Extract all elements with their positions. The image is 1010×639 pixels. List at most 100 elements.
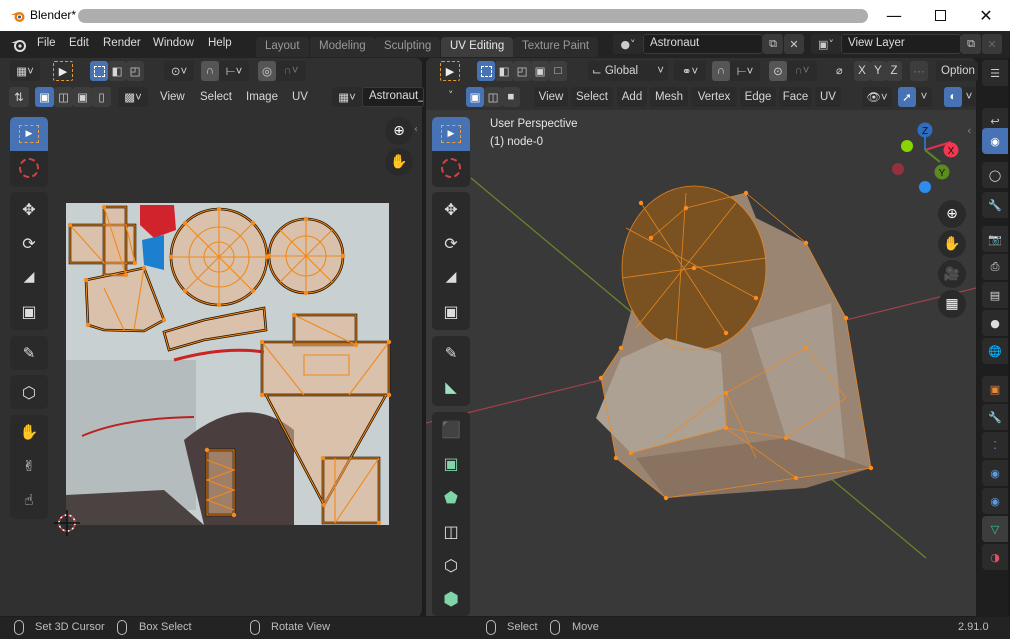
- sync-selection-toggle[interactable]: ⇅: [9, 87, 29, 107]
- vp-tool-poly-build[interactable]: ⬢: [432, 582, 470, 616]
- uv-menu-uv[interactable]: UV: [292, 87, 308, 107]
- menu-render[interactable]: Render: [103, 37, 141, 49]
- tab-modeling[interactable]: Modeling: [310, 37, 375, 57]
- vp-sidebar-toggle[interactable]: ‹: [967, 124, 971, 137]
- menu-window[interactable]: Window: [153, 37, 194, 49]
- maximize-button[interactable]: [917, 0, 963, 31]
- close-button[interactable]: ✕: [963, 0, 1009, 31]
- vp-tool-cursor[interactable]: [432, 151, 470, 185]
- tool-move[interactable]: ✥: [10, 192, 48, 226]
- image-dropdown-chevron-icon[interactable]: ˅: [448, 89, 454, 102]
- mirror-x-toggle[interactable]: X: [854, 61, 870, 81]
- tab-layout[interactable]: Layout: [256, 37, 309, 57]
- gizmo-dropdown[interactable]: ˅: [916, 87, 932, 107]
- tool-pinch[interactable]: ☝: [10, 483, 48, 517]
- vp-tool-knife[interactable]: ⬡: [432, 548, 470, 582]
- transform-orientation-dropdown[interactable]: ⌙ Global ˅: [588, 61, 668, 81]
- select-new-button[interactable]: [90, 61, 108, 81]
- vp-menu-face[interactable]: Face: [779, 87, 812, 107]
- prop-tab-scene[interactable]: ●: [982, 310, 1008, 336]
- vp-tool-move[interactable]: ✥: [432, 192, 470, 226]
- prop-tab-output[interactable]: ⎙: [982, 254, 1008, 280]
- uv-menu-view[interactable]: View: [160, 87, 185, 107]
- vp-select-extend-button[interactable]: ◧: [495, 61, 513, 81]
- pivot-point-button[interactable]: ⊙˅: [164, 61, 194, 81]
- view-layer-name-field[interactable]: View Layer: [841, 34, 961, 54]
- uv-canvas[interactable]: ⊕ ✋ ‹: [4, 110, 420, 616]
- gizmo-toggle[interactable]: ➚: [898, 87, 916, 107]
- prop-tab-view-layer[interactable]: ▤: [982, 282, 1008, 308]
- blender-menu-icon[interactable]: [10, 37, 27, 52]
- tool-transform[interactable]: ▣: [10, 294, 48, 328]
- vp-menu-uv[interactable]: UV: [815, 87, 841, 107]
- prop-tab-particles[interactable]: ⁚: [982, 432, 1008, 458]
- auto-merge-toggle[interactable]: ⋯: [910, 61, 928, 81]
- snap-toggle[interactable]: ∩: [201, 61, 219, 81]
- vp-zoom-button[interactable]: ⊕: [938, 200, 966, 228]
- sticky-selection-button[interactable]: ▩˅: [118, 87, 148, 107]
- prop-tab-object[interactable]: ▣: [982, 376, 1008, 402]
- snap-target-button[interactable]: ⊢˅: [219, 61, 249, 81]
- face-select-mode[interactable]: ■: [502, 87, 520, 107]
- new-view-layer-button[interactable]: ⧉: [961, 34, 981, 54]
- vp-camera-button[interactable]: 🎥: [938, 260, 966, 288]
- vp-tool-measure[interactable]: ◣: [432, 370, 470, 404]
- vp-menu-view[interactable]: View: [534, 87, 568, 107]
- mirror-y-toggle[interactable]: Y: [870, 61, 886, 81]
- image-browse-button[interactable]: ▦˅: [332, 87, 362, 107]
- image-name-field[interactable]: Astronaut_: [362, 87, 424, 107]
- tab-texture-paint[interactable]: Texture Paint: [513, 37, 599, 57]
- new-scene-button[interactable]: ⧉: [763, 34, 783, 54]
- vp-select-subtract-button[interactable]: ◰: [513, 61, 531, 81]
- vp-tool-extrude[interactable]: ⬛: [432, 412, 470, 446]
- prop-tab-toggles[interactable]: ◯: [982, 162, 1008, 188]
- prop-tab-active-tool[interactable]: ◉: [982, 128, 1008, 154]
- vertex-select-mode[interactable]: ▣: [466, 87, 484, 107]
- vp-tool-loop-cut[interactable]: ◫: [432, 514, 470, 548]
- prop-tab-material[interactable]: ◑: [982, 544, 1008, 570]
- scene-selector-button[interactable]: ●˅: [613, 34, 643, 54]
- vp-select-new-button[interactable]: [477, 61, 495, 81]
- zoom-view-button[interactable]: ⊕: [385, 117, 413, 145]
- vp-tool-scale[interactable]: ◢: [432, 260, 470, 294]
- menu-help[interactable]: Help: [208, 37, 232, 49]
- vp-menu-select[interactable]: Select: [571, 87, 613, 107]
- visibility-dropdown[interactable]: 👁˅: [862, 87, 892, 107]
- edge-select-mode[interactable]: ◫: [484, 87, 502, 107]
- uv-island-mode[interactable]: ▯: [92, 87, 111, 107]
- pan-view-button[interactable]: ✋: [385, 148, 413, 176]
- vp-tool-inset[interactable]: ▣: [432, 446, 470, 480]
- tool-relax[interactable]: ✌: [10, 449, 48, 483]
- vp-snap-target-dropdown[interactable]: ⊢˅: [730, 61, 760, 81]
- prop-tab-data[interactable]: ▽: [982, 516, 1008, 542]
- tab-uv-editing[interactable]: UV Editing: [441, 37, 514, 57]
- tool-scale[interactable]: ◢: [10, 260, 48, 294]
- menu-file[interactable]: File: [37, 37, 56, 49]
- 3d-viewport[interactable]: Z X Y ▶ ◧ ◰ ▣ □ ⌙ Global ˅ ⚭˅ ∩ ⊢˅ ⊙ ∩˅ ⌀…: [426, 58, 978, 616]
- outliner-editor-button[interactable]: ☰: [982, 60, 1008, 86]
- mirror-z-toggle[interactable]: Z: [886, 61, 902, 81]
- tool-select-box[interactable]: ▶: [10, 117, 48, 151]
- uv-face-mode[interactable]: ▣: [73, 87, 92, 107]
- vp-tool-rotate[interactable]: ⟳: [432, 226, 470, 260]
- delete-view-layer-button[interactable]: ✕: [982, 34, 1002, 54]
- overlay-dropdown[interactable]: ˅: [962, 87, 976, 107]
- sidebar-toggle-arrow[interactable]: ‹: [414, 124, 422, 138]
- vp-tool-bevel[interactable]: ⬟: [432, 480, 470, 514]
- tab-sculpting[interactable]: Sculpting: [375, 37, 441, 57]
- prop-tab-world[interactable]: 🌐: [982, 338, 1008, 364]
- vp-snap-toggle[interactable]: ∩: [712, 61, 730, 81]
- overlay-toggle[interactable]: ◐: [944, 87, 962, 107]
- uv-menu-select[interactable]: Select: [200, 87, 232, 107]
- vp-select-intersect-button[interactable]: □: [549, 61, 567, 81]
- vp-tool-select-box[interactable]: ▶: [432, 117, 470, 151]
- prop-tab-modifiers[interactable]: 🔧: [982, 404, 1008, 430]
- vp-proportional-toggle[interactable]: ⊙: [769, 61, 787, 81]
- vp-menu-add[interactable]: Add: [617, 87, 647, 107]
- tool-rip[interactable]: ⬡: [10, 375, 48, 409]
- vp-select-invert-button[interactable]: ▣: [531, 61, 549, 81]
- vp-pan-button[interactable]: ✋: [938, 230, 966, 258]
- vp-falloff-dropdown[interactable]: ∩˅: [787, 61, 817, 81]
- tool-cursor[interactable]: [10, 151, 48, 185]
- menu-edit[interactable]: Edit: [69, 37, 89, 49]
